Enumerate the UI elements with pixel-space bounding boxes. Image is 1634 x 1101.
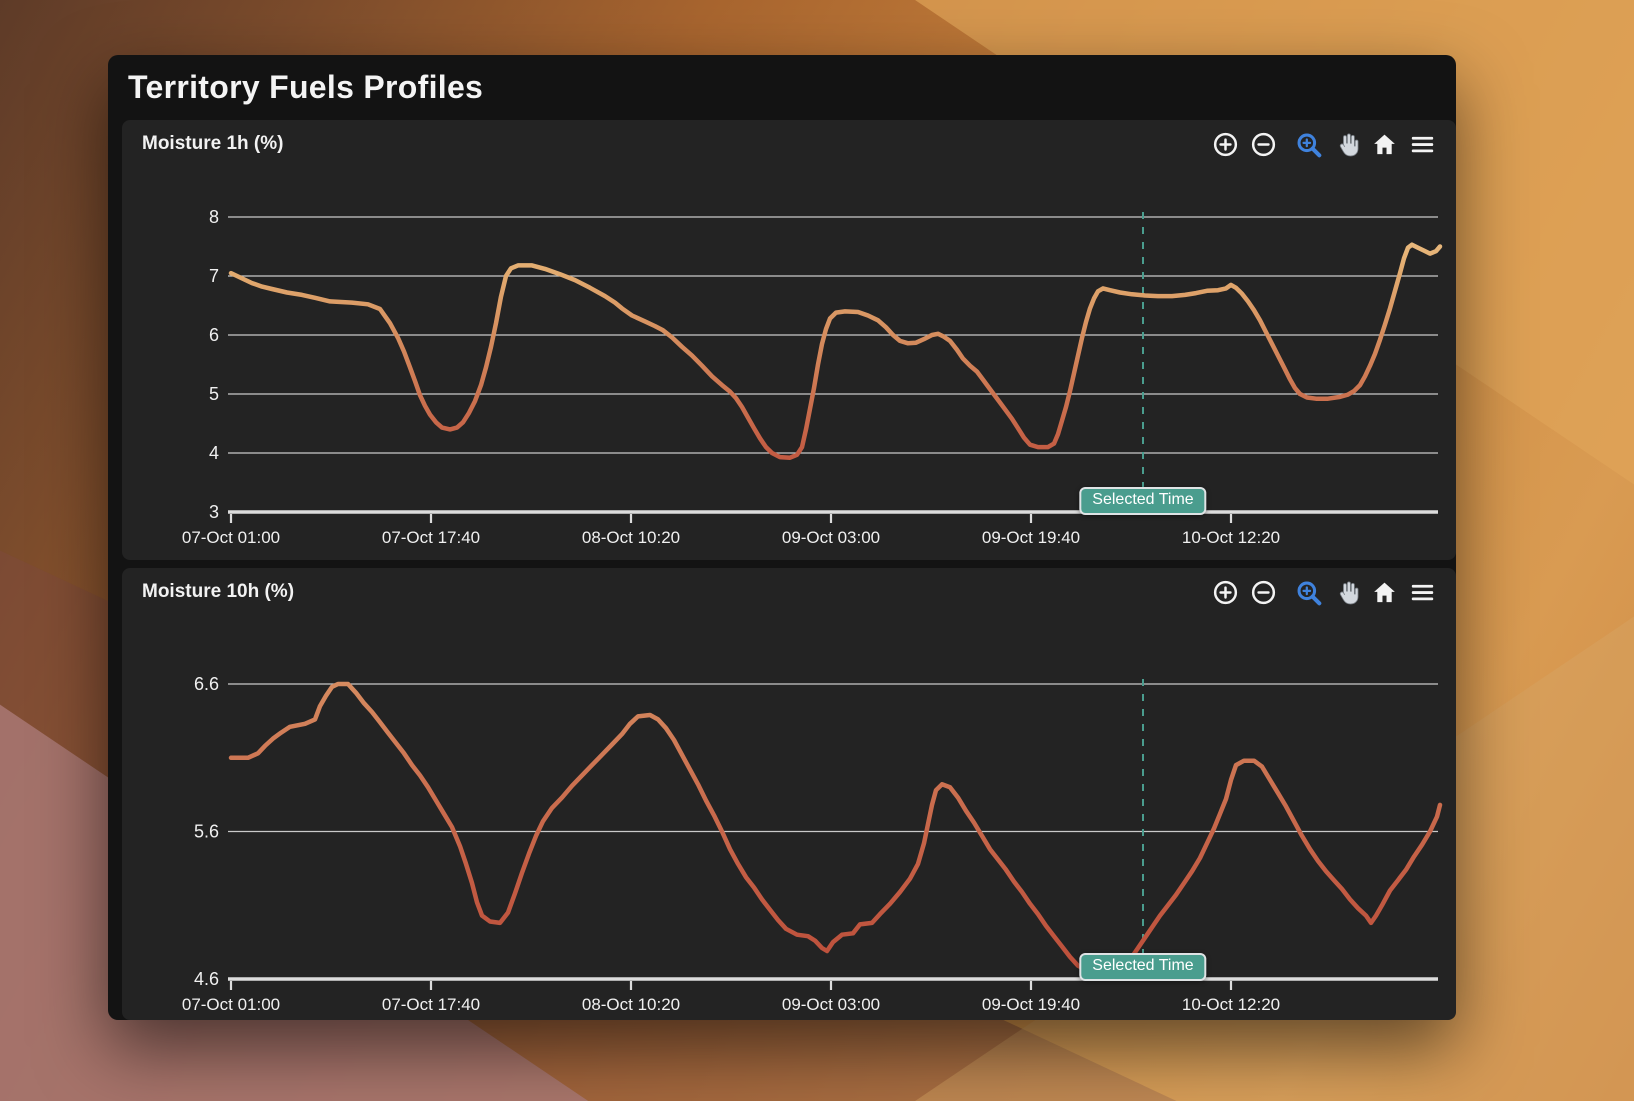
chart-toolbar [1212, 579, 1436, 606]
home-icon[interactable] [1371, 579, 1398, 606]
y-tick-label: 4.6 [194, 969, 219, 989]
y-tick-label: 3 [209, 502, 219, 522]
box-zoom-icon[interactable] [1295, 579, 1322, 606]
selected-time-marker[interactable]: Selected Time [1079, 487, 1206, 515]
zoom-in-icon[interactable] [1212, 131, 1239, 158]
x-tick-label: 09-Oct 03:00 [782, 995, 880, 1014]
moisture-1h-panel: Moisture 1h (%) [122, 120, 1456, 560]
x-tick-label: 08-Oct 10:20 [582, 528, 680, 547]
x-tick-label: 07-Oct 01:00 [182, 995, 280, 1014]
x-tick-label: 09-Oct 19:40 [982, 995, 1080, 1014]
title-bar: Territory Fuels Profiles [108, 55, 1456, 120]
zoom-out-icon[interactable] [1250, 131, 1277, 158]
y-tick-label: 6 [209, 325, 219, 345]
home-icon[interactable] [1371, 131, 1398, 158]
x-tick-label: 09-Oct 19:40 [982, 528, 1080, 547]
y-tick-label: 4 [209, 443, 219, 463]
panel-header: Moisture 10h (%) [122, 568, 1456, 616]
moisture-1h-chart[interactable]: 3 4 5 6 7 8 07-Oct 01:00 07-Oct 17:40 08-Oct 10:… [122, 120, 1456, 560]
x-tick-label: 10-Oct 12:20 [1182, 995, 1280, 1014]
x-tick-label: 10-Oct 12:20 [1182, 528, 1280, 547]
x-tick-label: 09-Oct 03:00 [782, 528, 880, 547]
x-tick-label: 07-Oct 17:40 [382, 528, 480, 547]
chart-toolbar [1212, 131, 1436, 158]
dashboard-window: Territory Fuels Profiles Moisture 1h (%) [108, 55, 1456, 1020]
x-tick-label: 08-Oct 10:20 [582, 995, 680, 1014]
y-tick-label: 7 [209, 266, 219, 286]
page-title: Territory Fuels Profiles [128, 69, 483, 106]
series-line [231, 245, 1440, 458]
y-tick-label: 5.6 [194, 822, 219, 842]
zoom-in-icon[interactable] [1212, 579, 1239, 606]
menu-icon[interactable] [1409, 131, 1436, 158]
moisture-10h-chart[interactable]: 4.6 5.6 6.6 07-Oct 01:00 07-Oct 17:40 08-Oct … [122, 568, 1456, 1020]
series-line [231, 684, 1440, 978]
x-tick-label: 07-Oct 01:00 [182, 528, 280, 547]
moisture-10h-panel: Moisture 10h (%) [122, 568, 1456, 1020]
chart-title: Moisture 1h (%) [142, 133, 283, 155]
selected-time-marker[interactable]: Selected Time [1079, 953, 1206, 981]
y-tick-label: 5 [209, 384, 219, 404]
box-zoom-icon[interactable] [1295, 131, 1322, 158]
chart-title: Moisture 10h (%) [142, 581, 294, 603]
pan-icon[interactable] [1333, 579, 1360, 606]
zoom-out-icon[interactable] [1250, 579, 1277, 606]
menu-icon[interactable] [1409, 579, 1436, 606]
y-tick-label: 6.6 [194, 674, 219, 694]
x-tick-label: 07-Oct 17:40 [382, 995, 480, 1014]
pan-icon[interactable] [1333, 131, 1360, 158]
panel-header: Moisture 1h (%) [122, 120, 1456, 168]
y-tick-label: 8 [209, 207, 219, 227]
